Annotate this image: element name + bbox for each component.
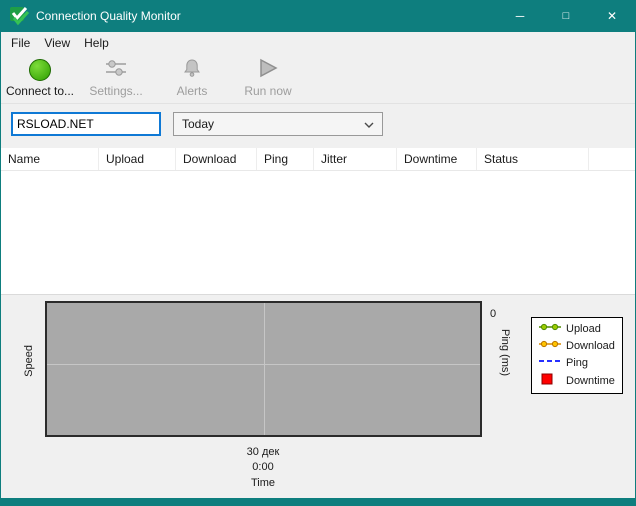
right-axis-tick: 0 [490, 308, 497, 320]
chart-panel: Speed 0 Ping (ms) 30 дек 0:00 Time Uploa… [1, 294, 635, 498]
window-border-bottom [1, 498, 635, 506]
connect-label: Connect to... [5, 83, 75, 98]
column-header-filler [589, 148, 635, 170]
connect-circle-icon [29, 58, 51, 81]
period-select[interactable]: Today [173, 112, 383, 136]
menu-help[interactable]: Help [77, 34, 116, 52]
menu-file[interactable]: File [4, 34, 37, 52]
horizontal-gridline [47, 363, 480, 365]
toolbar: Connect to... Settings... Alerts Run now [1, 53, 635, 104]
chart-plot-area [45, 301, 482, 437]
upload-marker-icon [539, 322, 561, 336]
column-header-status[interactable]: Status [477, 148, 589, 170]
x-axis-tick-date: 30 дек [246, 446, 280, 458]
settings-label: Settings... [89, 84, 143, 98]
run-now-button[interactable]: Run now [231, 55, 305, 101]
x-axis-tick-time: 0:00 [252, 461, 274, 473]
minimize-button[interactable]: ─ [497, 0, 543, 32]
column-header-download[interactable]: Download [176, 148, 257, 170]
play-icon [257, 58, 279, 81]
titlebar: Connection Quality Monitor ─ □ ✕ [1, 0, 635, 32]
download-marker-icon [539, 339, 561, 353]
period-select-value: Today [182, 117, 215, 131]
alerts-button[interactable]: Alerts [155, 55, 229, 101]
app-logo-icon [9, 6, 29, 26]
column-header-name[interactable]: Name [1, 148, 99, 170]
bell-icon [181, 58, 203, 81]
menubar: File View Help [1, 32, 635, 53]
chevron-down-icon [364, 117, 374, 131]
alerts-label: Alerts [176, 84, 208, 98]
settings-button[interactable]: Settings... [79, 55, 153, 101]
menu-view[interactable]: View [37, 34, 77, 52]
legend-label-downtime: Downtime [566, 374, 615, 387]
ping-marker-icon [539, 356, 561, 370]
downtime-marker-icon [539, 373, 561, 389]
legend-item-upload: Upload [539, 322, 615, 336]
filter-row: Today [1, 104, 635, 148]
close-button[interactable]: ✕ [589, 0, 635, 32]
column-header-upload[interactable]: Upload [99, 148, 176, 170]
maximize-button[interactable]: □ [543, 0, 589, 32]
connect-button[interactable]: Connect to... [3, 55, 77, 101]
legend-label-ping: Ping [566, 356, 589, 369]
legend-item-downtime: Downtime [539, 373, 615, 389]
app-window: Connection Quality Monitor ─ □ ✕ File Vi… [0, 0, 636, 506]
y-axis-right-label: Ping (ms) [499, 329, 511, 377]
run-now-label: Run now [244, 84, 292, 98]
chart-legend: Upload Download Ping Downtime [531, 317, 623, 394]
window-title: Connection Quality Monitor [36, 9, 181, 23]
legend-label-download: Download [566, 339, 615, 352]
vertical-gridline [263, 303, 265, 435]
window-controls: ─ □ ✕ [497, 0, 635, 32]
column-header-jitter[interactable]: Jitter [314, 148, 397, 170]
table-body [1, 171, 635, 294]
legend-item-ping: Ping [539, 356, 615, 370]
table-header: Name Upload Download Ping Jitter Downtim… [1, 148, 635, 171]
legend-item-download: Download [539, 339, 615, 353]
host-input[interactable] [11, 112, 161, 136]
column-header-downtime[interactable]: Downtime [397, 148, 477, 170]
y-axis-left-label: Speed [23, 345, 35, 377]
x-axis-label: Time [250, 477, 276, 489]
column-header-ping[interactable]: Ping [257, 148, 314, 170]
sliders-icon [104, 58, 128, 81]
legend-label-upload: Upload [566, 322, 601, 335]
